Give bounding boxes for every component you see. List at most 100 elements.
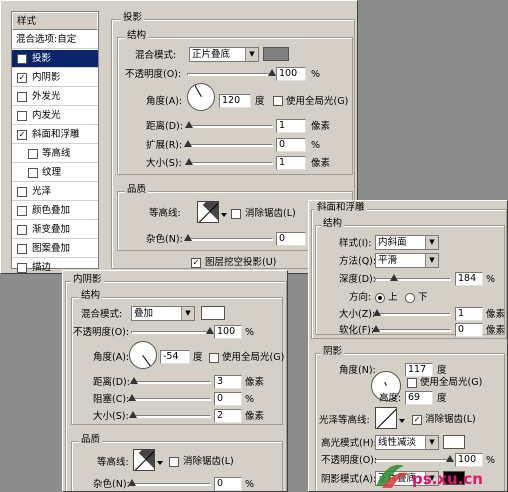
is-antialias-checkbox[interactable]: [169, 457, 179, 467]
bevel-global-light-checkbox[interactable]: [407, 378, 417, 388]
ds-global-light-label: 使用全局光(G): [286, 96, 349, 107]
ds-contour-picker[interactable]: [197, 201, 219, 223]
ds-spread-slider[interactable]: [184, 140, 273, 147]
inner-shadow-title: 内阴影: [71, 274, 104, 286]
bevel-angle-input[interactable]: 117: [405, 363, 433, 377]
bevel-soften-slider[interactable]: [372, 325, 451, 332]
ds-angle-dial[interactable]: [187, 83, 215, 111]
inner-glow-checkbox[interactable]: [17, 111, 27, 121]
ds-antialias-checkbox[interactable]: [231, 209, 241, 219]
bevel-soften-input[interactable]: 0: [455, 323, 483, 337]
bevel-depth-label: 深度(D):: [339, 274, 376, 285]
is-contour-picker[interactable]: [133, 449, 155, 471]
ds-opacity-input[interactable]: 100: [276, 67, 306, 81]
ds-noise-input[interactable]: 0: [276, 232, 306, 246]
style-item-blending[interactable]: 混合选项:自定: [12, 31, 98, 49]
drop-shadow-checkbox[interactable]: ✓: [17, 54, 27, 64]
is-size-input[interactable]: 2: [214, 409, 242, 423]
is-opacity-input[interactable]: 100: [214, 325, 242, 339]
bevel-style-select[interactable]: 内斜面 ▼: [375, 235, 439, 250]
bevel-highlight-select[interactable]: 线性减淡 ▼: [375, 435, 439, 450]
slider-knob[interactable]: [185, 121, 193, 128]
contour-checkbox[interactable]: [28, 149, 38, 159]
bevel-gloss-picker[interactable]: [375, 407, 397, 429]
is-color-swatch[interactable]: [201, 306, 225, 320]
gradient-overlay-checkbox[interactable]: [17, 225, 27, 235]
is-noise-label: 杂色(N):: [93, 479, 130, 490]
ds-opacity-slider[interactable]: [187, 69, 276, 76]
is-blend-select[interactable]: 叠加 ▼: [131, 306, 195, 321]
chevron-down-icon[interactable]: [157, 461, 163, 465]
outer-glow-checkbox[interactable]: [17, 92, 27, 102]
style-item-label: 渐变叠加: [32, 224, 71, 235]
bevel-technique-value: 平滑: [378, 255, 398, 266]
ds-knockout-checkbox[interactable]: ✓: [191, 258, 201, 268]
bevel-size-slider[interactable]: [373, 309, 451, 316]
is-global-light-checkbox[interactable]: [209, 353, 219, 363]
chevron-down-icon[interactable]: [221, 213, 227, 217]
bevel-depth-slider[interactable]: [375, 274, 451, 281]
is-choke-input[interactable]: 0: [214, 392, 242, 406]
slider-knob[interactable]: [268, 69, 276, 76]
ds-color-swatch[interactable]: [263, 47, 289, 61]
ds-global-light-checkbox[interactable]: [273, 96, 283, 106]
style-item-color-overlay[interactable]: 颜色叠加: [12, 202, 98, 220]
style-item-texture[interactable]: 纹理: [12, 164, 98, 182]
ds-spread-input[interactable]: 0: [276, 138, 306, 152]
ds-distance-slider[interactable]: [185, 121, 273, 128]
is-size-slider[interactable]: [129, 411, 211, 418]
is-distance-input[interactable]: 3: [214, 375, 242, 389]
color-overlay-checkbox[interactable]: [17, 206, 27, 216]
slider-knob[interactable]: [128, 394, 136, 401]
is-angle-unit: 度: [193, 352, 203, 363]
bevel-global-light-label: 使用全局光(G): [420, 377, 483, 388]
style-item-outer-glow[interactable]: 外发光: [12, 88, 98, 106]
bevel-depth-input[interactable]: 184: [455, 272, 483, 286]
slider-knob[interactable]: [130, 377, 138, 384]
bevel-checkbox[interactable]: ✓: [17, 130, 27, 140]
bevel-direction-up-radio[interactable]: [375, 293, 385, 303]
ds-size-slider[interactable]: [185, 158, 273, 165]
style-item-bevel[interactable]: ✓ 斜面和浮雕: [12, 126, 98, 144]
style-item-satin[interactable]: 光泽: [12, 183, 98, 201]
slider-knob[interactable]: [129, 411, 137, 418]
style-item-inner-glow[interactable]: 内发光: [12, 107, 98, 125]
satin-checkbox[interactable]: [17, 187, 27, 197]
bevel-highlight-swatch[interactable]: [443, 435, 465, 449]
style-item-contour[interactable]: 等高线: [12, 145, 98, 163]
texture-checkbox[interactable]: [28, 168, 38, 178]
bevel-antialias-checkbox[interactable]: ✓: [412, 415, 422, 425]
slider-knob[interactable]: [372, 325, 380, 332]
chevron-down-icon[interactable]: [399, 419, 405, 423]
ds-distance-input[interactable]: 1: [276, 119, 306, 133]
ds-angle-input[interactable]: 120: [219, 94, 251, 108]
stroke-checkbox[interactable]: [17, 263, 27, 273]
bevel-altitude-input[interactable]: 69: [405, 391, 433, 405]
is-opacity-slider[interactable]: [131, 327, 214, 334]
is-choke-slider[interactable]: [128, 394, 211, 401]
bevel-direction-down-radio[interactable]: [405, 293, 415, 303]
is-angle-input[interactable]: -54: [160, 350, 190, 364]
is-noise-slider[interactable]: [128, 479, 211, 486]
style-item-gradient-overlay[interactable]: 渐变叠加: [12, 221, 98, 239]
style-item-pattern-overlay[interactable]: 图案叠加: [12, 240, 98, 258]
is-distance-slider[interactable]: [130, 377, 211, 384]
inner-shadow-checkbox[interactable]: ✓: [17, 73, 27, 83]
slider-knob[interactable]: [184, 234, 192, 241]
slider-knob[interactable]: [390, 274, 398, 281]
ds-size-input[interactable]: 1: [276, 156, 306, 170]
slider-knob[interactable]: [184, 140, 192, 147]
slider-knob[interactable]: [128, 479, 136, 486]
ds-blend-select[interactable]: 正片叠底 ▼: [189, 47, 259, 62]
slider-knob[interactable]: [373, 309, 381, 316]
pattern-overlay-checkbox[interactable]: [17, 244, 27, 254]
ds-noise-slider[interactable]: [184, 234, 273, 241]
style-item-drop-shadow[interactable]: ✓ 投影: [12, 50, 98, 68]
is-noise-input[interactable]: 0: [214, 477, 242, 491]
slider-knob[interactable]: [206, 327, 214, 334]
bevel-technique-select[interactable]: 平滑 ▼: [375, 253, 439, 268]
bevel-size-input[interactable]: 1: [455, 307, 483, 321]
slider-knob[interactable]: [185, 158, 193, 165]
is-angle-dial[interactable]: [129, 341, 157, 369]
style-item-inner-shadow[interactable]: ✓ 内阴影: [12, 69, 98, 87]
